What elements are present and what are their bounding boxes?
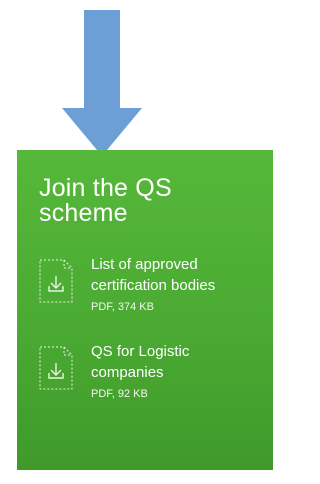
- down-arrow-icon: [62, 10, 142, 156]
- download-name-line-2[interactable]: companies: [91, 362, 189, 383]
- download-item-certification-bodies[interactable]: List of approved certification bodies PD…: [39, 254, 257, 315]
- page: Join the QS scheme List of approved cert…: [0, 0, 273, 484]
- panel-title: Join the QS scheme: [39, 176, 257, 226]
- download-item-logistic-companies[interactable]: QS for Logistic companies PDF, 92 KB: [39, 341, 257, 402]
- pdf-download-icon: [39, 346, 73, 390]
- download-text: QS for Logistic companies PDF, 92 KB: [91, 341, 189, 402]
- join-scheme-panel: Join the QS scheme List of approved cert…: [17, 150, 273, 470]
- download-name-line-1[interactable]: QS for Logistic: [91, 341, 189, 362]
- pdf-download-icon: [39, 259, 73, 303]
- download-meta: PDF, 92 KB: [91, 388, 148, 400]
- panel-title-line-2: scheme: [39, 199, 128, 227]
- download-name-line-2[interactable]: certification bodies: [91, 275, 215, 296]
- panel-title-line-1: Join the QS: [39, 174, 172, 202]
- download-meta: PDF, 374 KB: [91, 301, 154, 313]
- download-name-line-1[interactable]: List of approved: [91, 254, 215, 275]
- download-text: List of approved certification bodies PD…: [91, 254, 215, 315]
- download-list: List of approved certification bodies PD…: [39, 254, 257, 402]
